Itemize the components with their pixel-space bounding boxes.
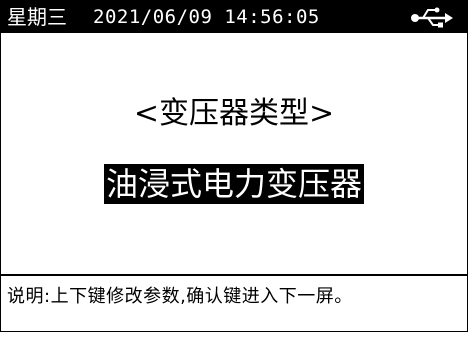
footer-divider — [1, 274, 467, 276]
status-bar: 星期三 2021/06/09 14:56:05 — [1, 1, 467, 33]
parameter-name: <变压器类型> — [133, 96, 335, 131]
weekday-label: 星期三 — [7, 5, 67, 29]
datetime-label: 2021/06/09 14:56:05 — [93, 6, 320, 28]
help-text: 说明:上下键修改参数,确认键进入下一屏。 — [7, 286, 353, 307]
parameter-value-row: 油浸式电力变压器 — [1, 164, 467, 204]
parameter-value[interactable]: 油浸式电力变压器 — [103, 164, 364, 204]
usb-icon — [409, 5, 455, 29]
device-screen: 星期三 2021/06/09 14:56:05 <变压器类型> 油浸式电力变压器 — [0, 0, 468, 332]
